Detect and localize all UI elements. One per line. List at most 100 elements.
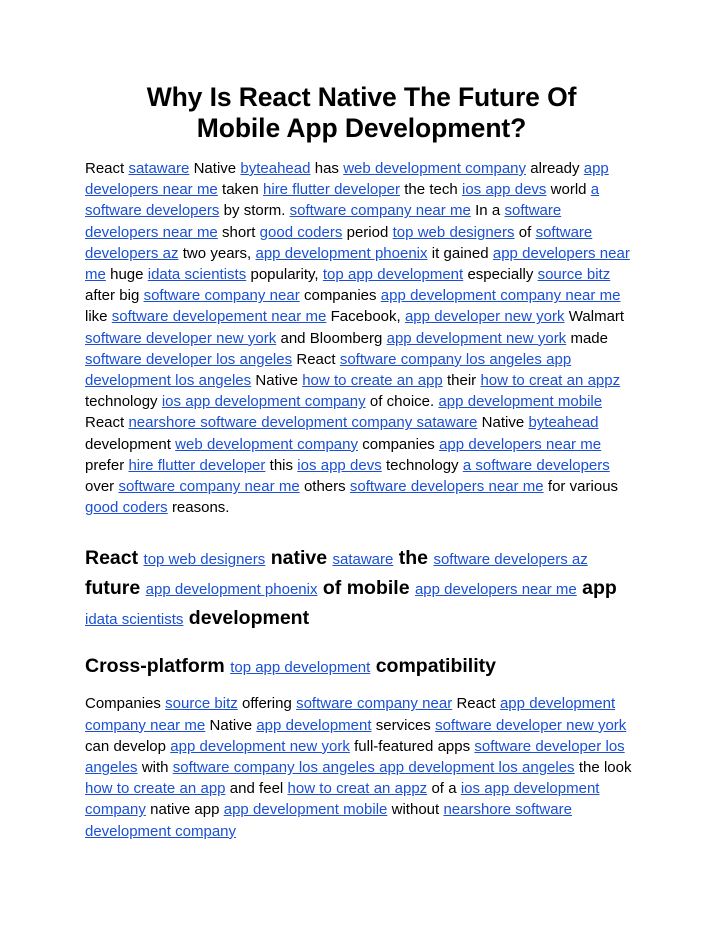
text-run: Native (477, 414, 529, 432)
inline-link[interactable]: software company near (144, 287, 300, 304)
text-run: native app (145, 801, 224, 819)
text-run: has (310, 160, 344, 177)
inline-link[interactable]: app developer new york (405, 308, 565, 325)
inline-link[interactable]: idata scientists (148, 266, 246, 283)
page-title: Why Is React Native The Future Of Mobile… (146, 82, 577, 143)
text-run: two years, (178, 244, 256, 262)
text-run: by storm. (219, 202, 290, 220)
text-run: React (452, 695, 500, 713)
text-run: React (85, 547, 144, 570)
inline-link[interactable]: software company near (296, 695, 452, 712)
inline-link[interactable]: how to creat an appz (288, 780, 428, 797)
inline-link[interactable]: sataware (128, 160, 189, 177)
inline-link[interactable]: how to create an app (85, 780, 226, 797)
inline-link[interactable]: top web designers (144, 551, 266, 568)
text-run: companies (357, 435, 440, 453)
inline-link[interactable]: app development company near me (381, 287, 621, 304)
text-run: popularity, (246, 266, 323, 284)
inline-link[interactable]: how to creat an appz (480, 372, 620, 389)
text-run: reasons. (167, 499, 230, 517)
text-run: development (85, 435, 176, 453)
inline-link[interactable]: app development mobile (438, 393, 602, 410)
text-run: made (566, 329, 608, 347)
text-run: companies (299, 287, 381, 305)
text-run: world (546, 181, 591, 199)
text-run: the look (574, 759, 632, 777)
text-run: without (387, 801, 444, 819)
inline-link[interactable]: app development new york (170, 738, 350, 755)
text-run: prefer (85, 456, 129, 474)
inline-link[interactable]: top app development (230, 659, 370, 676)
section-heading-cross-platform: Cross-platform top app development compa… (85, 653, 638, 681)
text-run: the (393, 547, 434, 570)
inline-link[interactable]: software developement near me (112, 308, 327, 325)
inline-link[interactable]: ios app development company (162, 393, 366, 410)
inline-link[interactable]: software developer los angeles (85, 351, 292, 368)
text-run: like (85, 308, 112, 326)
inline-link[interactable]: app development mobile (224, 801, 388, 818)
inline-link[interactable]: app developers near me (439, 436, 601, 453)
inline-link[interactable]: software developers near me (350, 478, 544, 495)
text-run: React (85, 414, 129, 432)
inline-link[interactable]: software company near me (118, 478, 299, 495)
inline-link[interactable]: good coders (85, 499, 168, 516)
text-run: services (371, 716, 436, 734)
inline-link[interactable]: software developer new york (435, 717, 626, 734)
text-run: and feel (225, 780, 288, 798)
inline-link[interactable]: source bitz (538, 266, 611, 283)
inline-link[interactable]: byteahead (240, 160, 310, 177)
text-run: Cross-platform (85, 655, 231, 678)
inline-link[interactable]: top web designers (393, 224, 515, 241)
inline-link[interactable]: software company near me (290, 202, 471, 219)
text-run: native (265, 547, 333, 570)
text-run: can develop (85, 737, 171, 755)
inline-link[interactable]: app development (256, 717, 371, 734)
document-page: Why Is React Native The Future Of Mobile… (0, 0, 720, 931)
text-run: future (85, 577, 146, 600)
inline-link[interactable]: good coders (260, 224, 343, 241)
inline-link[interactable]: hire flutter developer (263, 181, 400, 198)
inline-link[interactable]: source bitz (165, 695, 238, 712)
inline-link[interactable]: nearshore software development company s… (128, 414, 477, 431)
text-run: Companies (85, 695, 166, 713)
text-run: huge (105, 266, 148, 284)
inline-link[interactable]: app developers near me (415, 581, 577, 598)
inline-link[interactable]: byteahead (528, 414, 598, 431)
inline-link[interactable]: ios app devs (297, 457, 381, 474)
inline-link[interactable]: hire flutter developer (128, 457, 265, 474)
text-run: full-featured apps (349, 737, 475, 755)
text-run: Native (205, 716, 257, 734)
document-content: Why Is React Native The Future Of Mobile… (85, 82, 638, 842)
inline-link[interactable]: software developers az (433, 551, 587, 568)
inline-link[interactable]: idata scientists (85, 611, 183, 628)
text-run: over (85, 478, 119, 496)
text-run: their (442, 372, 481, 390)
text-run: Walmart (564, 308, 625, 326)
text-run: it gained (427, 244, 493, 262)
inline-link[interactable]: app development phoenix (256, 245, 428, 262)
text-run: short (217, 223, 260, 241)
text-run: Facebook, (326, 308, 405, 326)
inline-link[interactable]: app development new york (387, 330, 567, 347)
section-heading-react-native-future: React top web designers native sataware … (85, 544, 638, 634)
text-run: In a (470, 202, 505, 220)
text-run: React (85, 160, 129, 177)
inline-link[interactable]: app development phoenix (146, 581, 318, 598)
inline-link[interactable]: software company los angeles app develop… (173, 759, 575, 776)
text-run: technology (381, 456, 463, 474)
inline-link[interactable]: web development company (175, 436, 358, 453)
text-run: with (137, 759, 173, 777)
inline-link[interactable]: a software developers (463, 457, 610, 474)
text-run: React (292, 350, 340, 368)
text-run: compatibility (370, 655, 496, 678)
text-run: the tech (399, 181, 462, 199)
inline-link[interactable]: how to create an app (302, 372, 443, 389)
text-run: for various (543, 478, 619, 496)
inline-link[interactable]: top app development (323, 266, 463, 283)
inline-link[interactable]: sataware (332, 551, 393, 568)
text-run: period (342, 223, 393, 241)
inline-link[interactable]: web development company (343, 160, 526, 177)
text-run: and Bloomberg (276, 329, 387, 347)
inline-link[interactable]: software developer new york (85, 330, 276, 347)
inline-link[interactable]: ios app devs (462, 181, 546, 198)
